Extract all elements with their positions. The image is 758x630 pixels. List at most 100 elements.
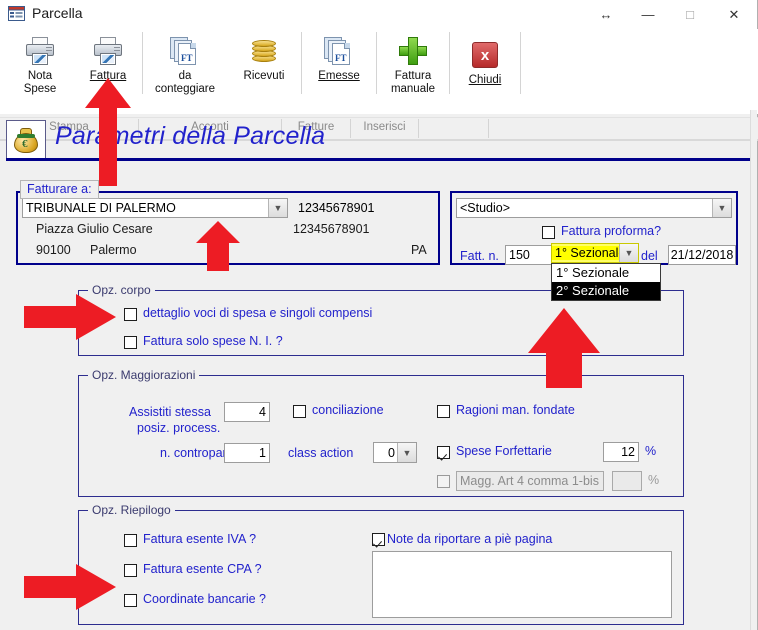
note-checkbox[interactable]	[372, 533, 385, 546]
ribbon-label-fattura-m: Fattura	[394, 70, 432, 82]
window-list-icon	[8, 6, 25, 21]
fattura-esente-cpa-label: Fattura esente CPA ?	[143, 562, 262, 576]
ribbon-button-nota-spese[interactable]: Nota Spese	[6, 29, 74, 97]
minimize-button[interactable]: —	[627, 0, 669, 29]
chevron-down-icon[interactable]: ▼	[268, 199, 287, 217]
fattura-solo-spese-label: Fattura solo spese N. I. ?	[143, 334, 283, 348]
opz-maggiorazioni-group: Opz. Maggiorazioni Assistiti stessa posi…	[78, 368, 684, 497]
fattura-solo-spese-checkbox[interactable]	[124, 336, 137, 349]
arrow-to-coordinate-bancarie-checkbox	[24, 564, 116, 610]
arrow-to-fattura-button	[85, 78, 131, 186]
sezionale-combo[interactable]: 1° Sezionale ▼	[551, 243, 639, 263]
arrow-to-dettaglio-checkbox	[24, 294, 116, 340]
arrow-to-recipient-combo	[196, 221, 240, 271]
sezionale-dropdown-list[interactable]: 1° Sezionale 2° Sezionale	[551, 263, 661, 301]
studio-value: <Studio>	[460, 201, 511, 215]
magg-art4-input[interactable]	[612, 471, 642, 491]
arrow-to-sezionale-dropdown	[528, 308, 600, 388]
recipient-combo[interactable]: TRIBUNALE DI PALERMO ▼	[22, 198, 288, 218]
proforma-checkbox[interactable]	[542, 226, 555, 239]
controparti-input[interactable]: 1	[224, 443, 270, 463]
ribbon-button-emesse[interactable]: FT Emesse	[302, 29, 376, 97]
documents-ft-icon: FT	[324, 33, 354, 69]
spese-forfettarie-input[interactable]: 12	[603, 442, 639, 462]
controparti-label: n. controparti	[160, 446, 233, 460]
fatt-n-input[interactable]: 150	[505, 245, 557, 265]
class-action-combo[interactable]: 0 ▼	[373, 442, 417, 463]
chevron-down-icon[interactable]: ▼	[712, 199, 731, 217]
ribbon-label-conteggiare: conteggiare	[154, 82, 216, 95]
ribbon-button-da-conteggiare[interactable]: FT da conteggiare	[143, 29, 227, 97]
ragioni-label: Ragioni man. fondate	[456, 403, 575, 417]
ribbon-group-inserisci: Fattura manuale	[377, 29, 449, 97]
note-label: Note da riportare a piè pagina	[387, 532, 553, 546]
date-input[interactable]: 21/12/2018	[668, 245, 736, 265]
window-right-edge-top	[751, 0, 757, 110]
spese-forfettarie-checkbox[interactable]	[437, 446, 450, 459]
coordinate-bancarie-label: Coordinate bancarie ?	[143, 592, 266, 606]
recipient-code1: 12345678901	[298, 201, 375, 215]
ribbon-button-row: Nota Spese Fattura FT da conteggiare Ric…	[0, 29, 521, 97]
dettaglio-voci-label: dettaglio voci di spesa e singoli compen…	[143, 306, 373, 320]
chevron-down-icon[interactable]: ▼	[397, 443, 416, 462]
percent-symbol-2: %	[648, 473, 660, 487]
chevron-down-icon[interactable]: ▼	[619, 244, 638, 262]
recipient-value: TRIBUNALE DI PALERMO	[26, 201, 176, 215]
fattura-esente-iva-checkbox[interactable]	[124, 534, 137, 547]
proforma-label: Fattura proforma?	[561, 224, 662, 238]
assistiti-label-line1: Assistiti stessa	[129, 405, 211, 419]
spese-forfettarie-label: Spese Forfettarie	[456, 444, 552, 458]
ribbon-button-fattura-manuale[interactable]: Fattura manuale	[377, 29, 449, 97]
recipient-address: Piazza Giulio Cesare	[36, 222, 153, 236]
assistiti-input[interactable]: 4	[224, 402, 270, 422]
close-x-icon: x	[472, 37, 498, 73]
percent-symbol-1: %	[645, 444, 657, 458]
ribbon-label-nota: Nota	[27, 70, 53, 82]
recipient-cap: 90100	[36, 243, 71, 257]
money-bag-icon: €	[6, 120, 46, 160]
printer-icon	[93, 33, 123, 69]
plus-icon	[398, 33, 428, 69]
resize-button[interactable]: ↔	[585, 0, 627, 29]
ribbon-group-chiudi: x Chiudi	[450, 29, 520, 97]
studio-combo[interactable]: <Studio> ▼	[456, 198, 732, 218]
class-action-value: 0	[388, 445, 395, 460]
fattura-esente-iva-label: Fattura esente IVA ?	[143, 532, 257, 546]
recipient-province: PA	[411, 243, 427, 257]
fatt-n-label: Fatt. n.	[460, 249, 499, 263]
opz-riepilogo-caption: Opz. Riepilogo	[88, 503, 175, 517]
ribbon-button-chiudi[interactable]: x Chiudi	[450, 29, 520, 97]
opz-riepilogo-group: Opz. Riepilogo Fattura esente IVA ? Fatt…	[78, 503, 684, 625]
coins-icon	[249, 33, 279, 69]
coordinate-bancarie-checkbox[interactable]	[124, 594, 137, 607]
ribbon-label-manuale: manuale	[390, 82, 436, 95]
conciliazione-label: conciliazione	[312, 403, 384, 417]
window-right-edge	[750, 110, 757, 630]
conciliazione-checkbox[interactable]	[293, 405, 306, 418]
note-textarea[interactable]	[372, 551, 672, 618]
window-controls: ↔ — □ ✕	[585, 0, 757, 29]
sezionale-option-2[interactable]: 2° Sezionale	[552, 282, 660, 300]
ribbon-group-acconti: FT da conteggiare Ricevuti	[143, 29, 301, 97]
sezionale-value: 1° Sezionale	[552, 246, 619, 260]
assistiti-label-line2: posiz. process.	[137, 421, 221, 435]
maximize-button[interactable]: □	[669, 0, 711, 29]
ribbon-label-da: da	[178, 70, 192, 82]
documents-ft-icon: FT	[170, 33, 200, 69]
sezionale-option-1[interactable]: 1° Sezionale	[552, 264, 660, 282]
ribbon-button-ricevuti[interactable]: Ricevuti	[227, 29, 301, 97]
del-label: del	[641, 249, 658, 263]
magg-art4-checkbox[interactable]	[437, 475, 450, 488]
title-bar: Parcella ↔ — □ ✕	[0, 0, 757, 29]
magg-art4-label: Magg. Art 4 comma 1-bis	[456, 471, 604, 491]
dettaglio-voci-checkbox[interactable]	[124, 308, 137, 321]
printer-icon	[25, 33, 55, 69]
ragioni-checkbox[interactable]	[437, 405, 450, 418]
ribbon-label-spese: Spese	[23, 82, 57, 95]
parcella-window: Parcella ↔ — □ ✕ Nota Spese Fattura FT d…	[0, 0, 758, 630]
ribbon-label-chiudi: Chiudi	[468, 74, 502, 86]
recipient-code2: 12345678901	[293, 222, 370, 236]
window-title: Parcella	[32, 5, 83, 21]
fattura-esente-cpa-checkbox[interactable]	[124, 564, 137, 577]
class-action-label: class action	[288, 446, 354, 460]
